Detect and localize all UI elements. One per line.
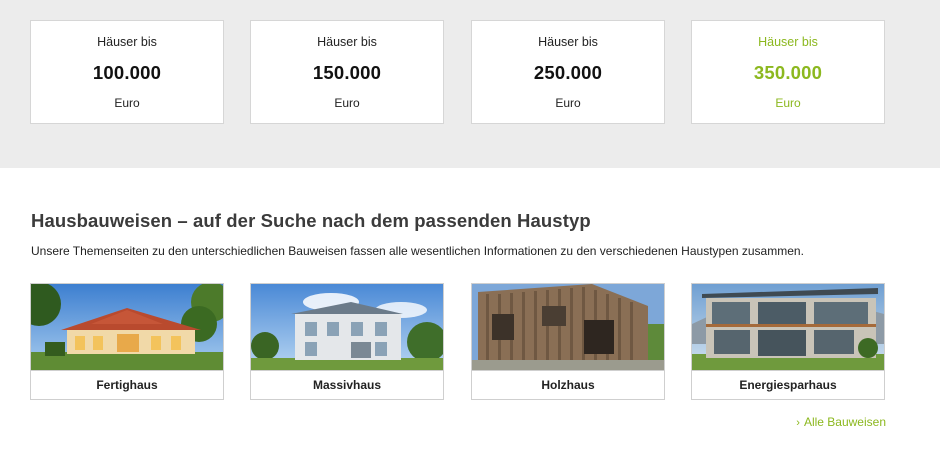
price-amount: 250.000 xyxy=(533,62,603,83)
energiesparhaus-image xyxy=(692,284,884,370)
price-unit: Euro xyxy=(114,96,140,110)
type-card-holzhaus[interactable]: Holzhaus xyxy=(471,283,665,400)
price-amount: 350.000 xyxy=(753,62,823,83)
price-unit: Euro xyxy=(775,96,801,110)
all-bauweisen-label: Alle Bauweisen xyxy=(803,415,886,429)
price-card-350000[interactable]: Häuser bis 350.000 Euro xyxy=(691,20,885,124)
type-label: Energiesparhaus xyxy=(692,370,884,399)
price-prefix: Häuser bis xyxy=(317,35,377,49)
section-title: Hausbauweisen – auf der Suche nach dem p… xyxy=(31,210,591,231)
chevron-right-icon: › xyxy=(796,417,800,429)
price-unit: Euro xyxy=(555,96,581,110)
type-label: Massivhaus xyxy=(251,370,443,399)
price-prefix: Häuser bis xyxy=(538,35,598,49)
price-prefix: Häuser bis xyxy=(97,35,157,49)
type-label: Fertighaus xyxy=(31,370,223,399)
holzhaus-image xyxy=(472,284,664,370)
price-amount: 150.000 xyxy=(312,62,382,83)
type-label: Holzhaus xyxy=(472,370,664,399)
fertighaus-image xyxy=(31,284,223,370)
price-unit: Euro xyxy=(334,96,360,110)
type-card-fertighaus[interactable]: Fertighaus xyxy=(30,283,224,400)
all-bauweisen-link[interactable]: › Alle Bauweisen xyxy=(796,415,886,429)
type-card-massivhaus[interactable]: Massivhaus xyxy=(250,283,444,400)
price-card-100000[interactable]: Häuser bis 100.000 Euro xyxy=(30,20,224,124)
price-card-150000[interactable]: Häuser bis 150.000 Euro xyxy=(250,20,444,124)
type-card-energiesparhaus[interactable]: Energiesparhaus xyxy=(691,283,885,400)
massivhaus-image xyxy=(251,284,443,370)
section-description: Unsere Themenseiten zu den unterschiedli… xyxy=(31,244,804,258)
price-amount: 100.000 xyxy=(92,62,162,83)
price-prefix: Häuser bis xyxy=(758,35,818,49)
price-card-250000[interactable]: Häuser bis 250.000 Euro xyxy=(471,20,665,124)
